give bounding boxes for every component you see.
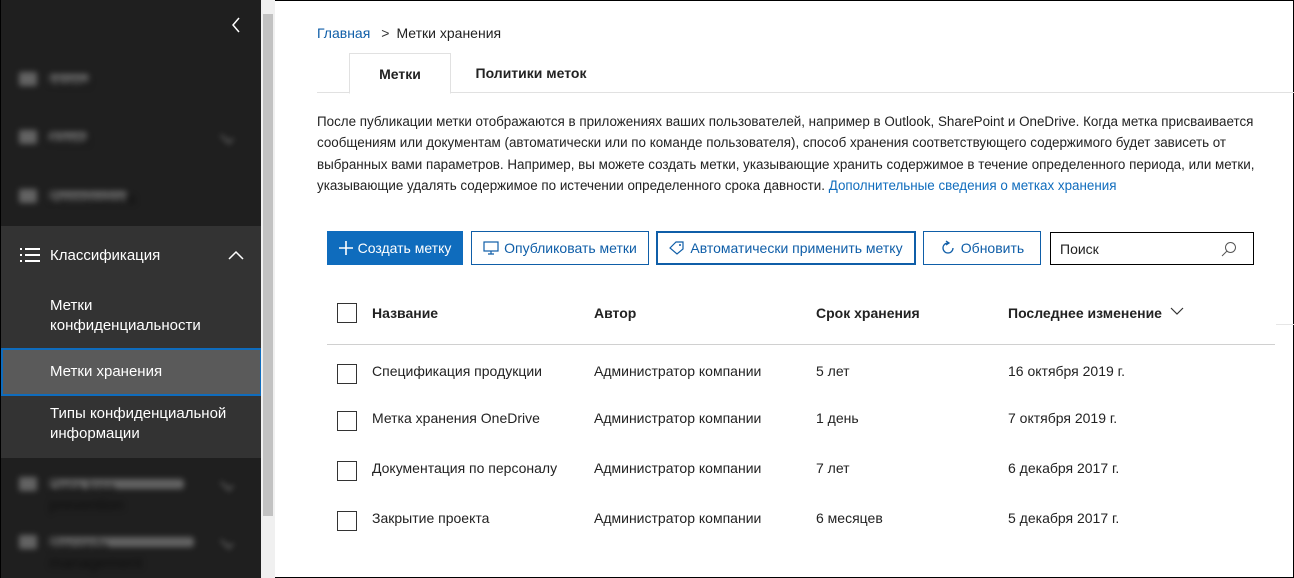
cell-name[interactable]: Спецификация продукции [372, 363, 542, 379]
sidebar-item-label: Data loss prevention [49, 479, 184, 514]
button-label: Опубликовать метки [504, 240, 637, 256]
cell-retention: 5 лет [816, 363, 850, 379]
sidebar: Home Alerts Permissions Классификация Ме… [0, 0, 262, 578]
sidebar-item-classification[interactable]: Классификация [1, 226, 262, 284]
cell-modified: 16 октября 2019 г. [1008, 363, 1125, 379]
sidebar-item-label: Классификация [50, 246, 161, 264]
cell-retention: 1 день [816, 410, 859, 426]
select-all-checkbox[interactable] [337, 303, 357, 323]
table-row[interactable]: Закрытие проекта Администратор компании … [327, 500, 1275, 540]
sidebar-item-home[interactable]: Home [19, 67, 239, 91]
tag-icon [669, 241, 685, 255]
cell-author: Администратор компании [594, 363, 762, 379]
collapse-sidebar-button[interactable] [225, 14, 247, 36]
sidebar-item-label: Permissions [49, 191, 137, 208]
breadcrumb-home-link[interactable]: Главная [317, 25, 370, 41]
sidebar-group-classification: Классификация Метки конфиденциальности М… [1, 226, 262, 458]
row-checkbox[interactable] [337, 411, 357, 431]
cell-author: Администратор компании [594, 510, 762, 526]
cell-modified: 5 декабря 2017 г. [1008, 510, 1120, 526]
auto-apply-label-button[interactable]: Автоматически применить метку [656, 231, 916, 265]
column-header-modified[interactable]: Последнее изменение [1008, 305, 1184, 321]
table-row[interactable]: Спецификация продукции Администратор ком… [327, 353, 1275, 393]
search-box[interactable] [1050, 232, 1254, 265]
sidebar-item-sensitivity-labels[interactable]: Метки конфиденциальности [1, 296, 262, 336]
create-label-button[interactable]: Создать метку [327, 231, 463, 265]
breadcrumb-separator: > [381, 25, 390, 41]
refresh-icon [940, 240, 956, 256]
breadcrumb-current: Метки хранения [396, 25, 502, 41]
sidebar-item-label: Метки хранения [50, 363, 163, 380]
chevron-left-icon [232, 17, 240, 33]
chevron-down-icon [220, 535, 234, 549]
sidebar-item-alerts[interactable]: Alerts [19, 125, 239, 149]
button-label: Обновить [960, 240, 1025, 256]
list-icon [20, 246, 40, 264]
tab-bar: Метки Политики меток [317, 53, 1294, 94]
scrollbar-thumb[interactable] [263, 14, 273, 516]
chevron-down-icon [220, 130, 234, 144]
cell-retention: 6 месяцев [816, 510, 883, 526]
plus-icon [338, 241, 353, 255]
sidebar-item-label: Alerts [49, 132, 90, 149]
alert-icon [19, 130, 37, 144]
cell-name[interactable]: Закрытие проекта [372, 510, 489, 526]
cell-modified: 7 октября 2019 г. [1008, 410, 1118, 426]
refresh-button[interactable]: Обновить [923, 231, 1041, 265]
column-header-label: Последнее изменение [1008, 305, 1162, 321]
sidebar-item-label: Home [49, 74, 92, 91]
cell-retention: 7 лет [816, 460, 850, 476]
row-checkbox[interactable] [337, 511, 357, 531]
search-icon[interactable] [1221, 241, 1237, 260]
sidebar-scrollbar[interactable] [261, 0, 275, 578]
button-label: Автоматически применить метку [690, 240, 903, 256]
sidebar-item-label: Метки конфиденциальности [50, 297, 201, 334]
tab-labels[interactable]: Метки [349, 53, 451, 94]
key-icon [19, 189, 37, 203]
shield-icon [19, 477, 37, 491]
table-row[interactable]: Документация по персоналу Администратор … [327, 450, 1275, 490]
tab-label-policies[interactable]: Политики меток [451, 53, 611, 93]
learn-more-link[interactable]: Дополнительные сведения о метках хранени… [829, 178, 1117, 193]
main-content: Главная > Метки хранения Метки Политики … [275, 0, 1294, 578]
chevron-down-icon [1170, 307, 1184, 315]
sidebar-item-sensitive-info-types[interactable]: Типы конфиденциальной информации [1, 404, 262, 444]
cell-author: Администратор компании [594, 460, 762, 476]
sidebar-item-label: Records management [49, 537, 194, 572]
sidebar-item-dlp[interactable]: Data loss prevention [19, 472, 239, 514]
sidebar-item-records[interactable]: Records management [19, 530, 239, 572]
sidebar-item-label: Типы конфиденциальной информации [50, 405, 227, 442]
publish-icon [483, 241, 499, 255]
column-header-author[interactable]: Автор [594, 305, 636, 321]
chevron-up-icon [228, 247, 244, 263]
cell-name[interactable]: Метка хранения OneDrive [372, 410, 540, 426]
table-header: Название Автор Срок хранения Последнее и… [327, 297, 1275, 345]
chevron-down-icon [220, 477, 234, 491]
column-header-retention[interactable]: Срок хранения [816, 305, 920, 321]
intro-text: После публикации метки отображаются в пр… [317, 111, 1287, 196]
sidebar-item-retention-labels[interactable]: Метки хранения [1, 348, 262, 396]
divider [1276, 324, 1294, 325]
breadcrumb: Главная > Метки хранения [317, 25, 501, 41]
home-icon [19, 72, 37, 86]
cell-name[interactable]: Документация по персоналу [372, 460, 557, 476]
records-icon [19, 535, 37, 549]
table-row[interactable]: Метка хранения OneDrive Администратор ко… [327, 400, 1275, 440]
sidebar-item-permissions[interactable]: Permissions [19, 184, 239, 208]
publish-labels-button[interactable]: Опубликовать метки [471, 231, 649, 265]
search-input[interactable] [1060, 240, 1220, 257]
row-checkbox[interactable] [337, 364, 357, 384]
cell-author: Администратор компании [594, 410, 762, 426]
row-checkbox[interactable] [337, 461, 357, 481]
cell-modified: 6 декабря 2017 г. [1008, 460, 1120, 476]
button-label: Создать метку [357, 240, 452, 256]
column-header-name[interactable]: Название [372, 305, 438, 321]
